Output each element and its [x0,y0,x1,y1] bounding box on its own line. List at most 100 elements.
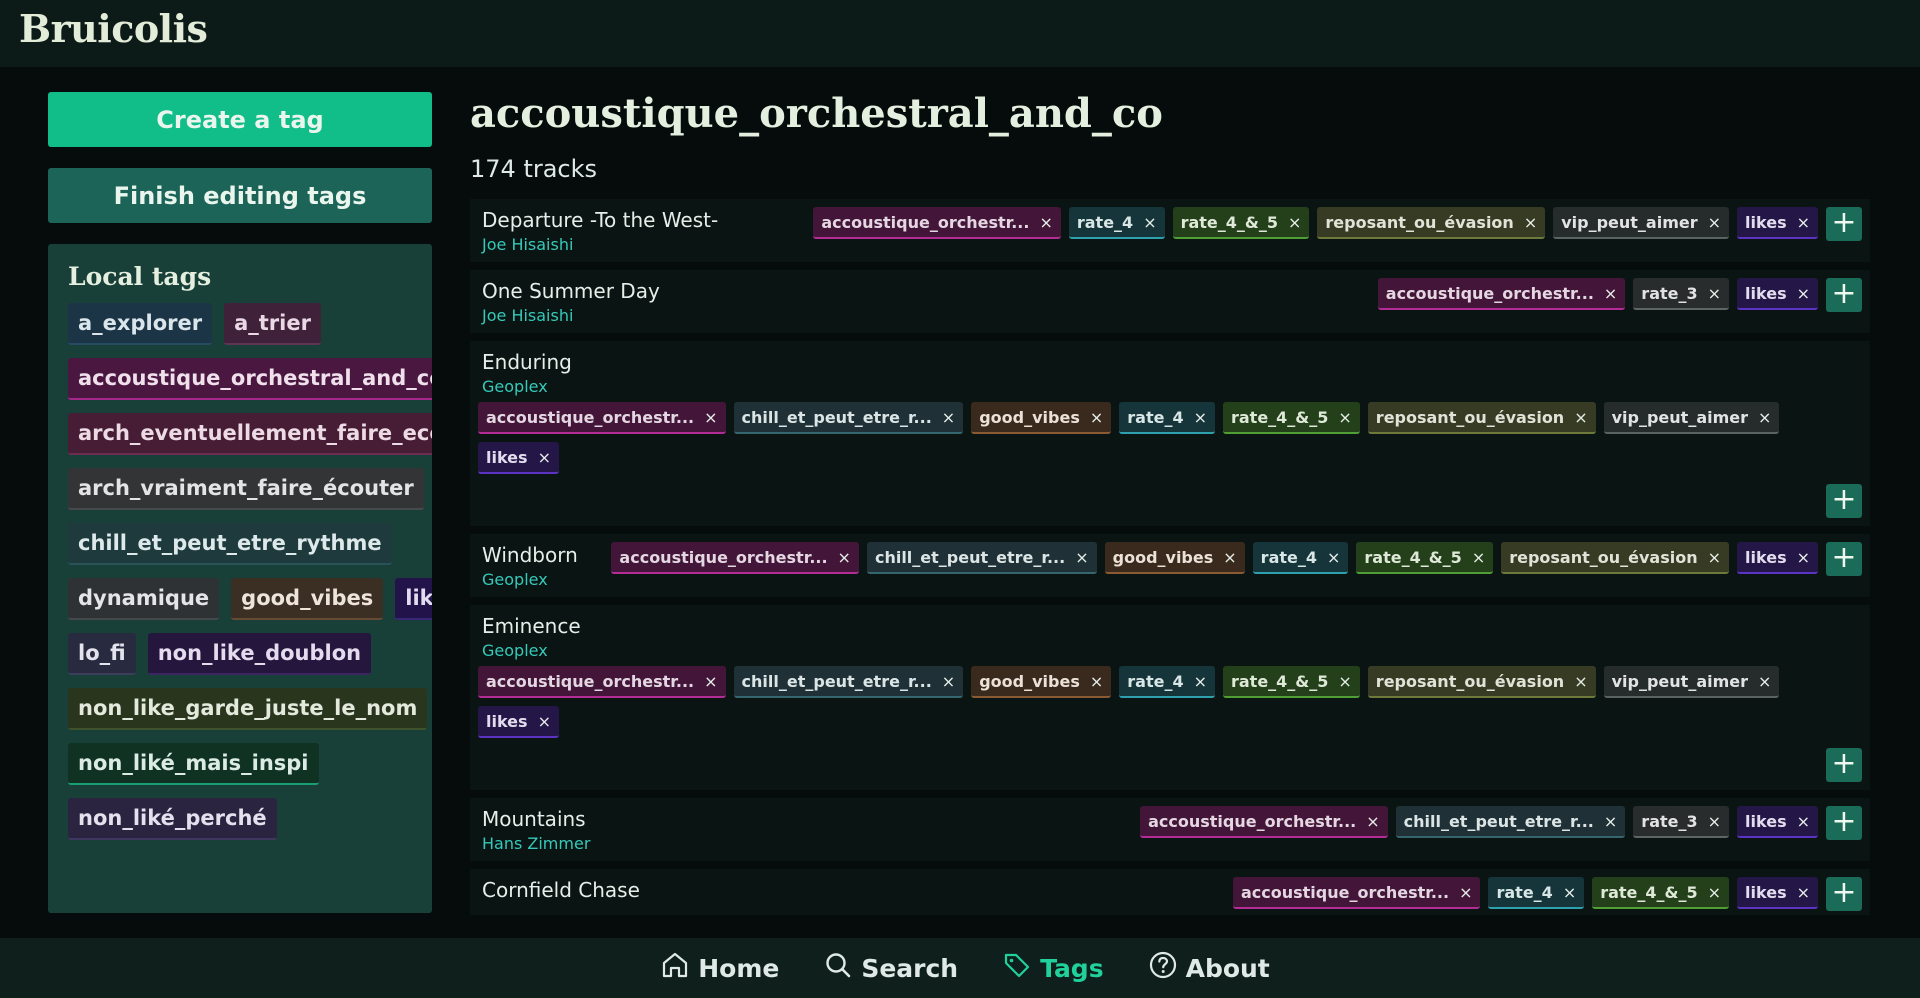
track-tag[interactable]: vip_peut_aimer × [1603,666,1780,698]
track-artist[interactable]: Joe Hisaishi [482,235,718,254]
remove-tag-icon[interactable]: × [1708,883,1721,902]
add-tag-button[interactable]: + [1826,542,1862,576]
track-tag[interactable]: likes × [478,706,559,738]
track-tag[interactable]: likes × [1737,877,1818,909]
add-tag-button[interactable]: + [1826,278,1862,312]
track-tag[interactable]: rate_4 × [1488,877,1585,909]
finish-editing-tags-button[interactable]: Finish editing tags [48,168,432,223]
local-tag[interactable]: non_like_doublon [147,633,372,675]
remove-tag-icon[interactable]: × [1708,284,1721,303]
add-tag-button[interactable]: + [1826,207,1862,241]
track-tag[interactable]: rate_4_&_5 × [1356,542,1494,574]
track-tag[interactable]: rate_4_&_5 × [1172,207,1310,239]
track-tag[interactable]: good_vibes × [1104,542,1245,574]
remove-tag-icon[interactable]: × [1143,213,1156,232]
local-tag[interactable]: good_vibes [231,578,384,620]
remove-tag-icon[interactable]: × [1708,548,1721,567]
track-tag[interactable]: chill_et_peut_etre_r... × [733,666,964,698]
nav-tags[interactable]: Tags [1002,950,1104,986]
track-tag[interactable]: likes × [1737,207,1818,239]
remove-tag-icon[interactable]: × [1604,812,1617,831]
track-tag[interactable]: accoustique_orchestr... × [1232,877,1481,909]
remove-tag-icon[interactable]: × [1039,213,1052,232]
remove-tag-icon[interactable]: × [704,672,717,691]
track-tag[interactable]: rate_4 × [1119,666,1215,698]
track-tag[interactable]: rate_4_&_5 × [1592,877,1730,909]
remove-tag-icon[interactable]: × [1223,548,1236,567]
remove-tag-icon[interactable]: × [1524,213,1537,232]
track-tag[interactable]: accoustique_orchestr... × [813,207,1061,239]
nav-search[interactable]: Search [823,950,958,986]
local-tag[interactable]: likes [395,578,432,620]
create-tag-button[interactable]: Create a tag [48,92,432,147]
track-tag[interactable]: likes × [1737,806,1818,838]
add-tag-button[interactable]: + [1826,484,1862,518]
remove-tag-icon[interactable]: × [1288,213,1301,232]
remove-tag-icon[interactable]: × [838,548,851,567]
track-tag[interactable]: rate_4_&_5 × [1222,666,1360,698]
local-tag[interactable]: chill_et_peut_etre_rythme [68,523,392,565]
remove-tag-icon[interactable]: × [538,712,551,731]
track-tag[interactable]: accoustique_orchestr... × [478,666,726,698]
track-title[interactable]: Mountains [482,806,602,832]
track-tag[interactable]: accoustique_orchestr... × [1140,806,1388,838]
remove-tag-icon[interactable]: × [1338,672,1351,691]
track-tag[interactable]: vip_peut_aimer × [1553,207,1730,239]
remove-tag-icon[interactable]: × [1797,883,1810,902]
remove-tag-icon[interactable]: × [704,408,717,427]
local-tag[interactable]: a_explorer [68,303,213,345]
remove-tag-icon[interactable]: × [1194,672,1207,691]
remove-tag-icon[interactable]: × [1090,672,1103,691]
track-tag[interactable]: good_vibes × [971,402,1112,434]
remove-tag-icon[interactable]: × [1327,548,1340,567]
track-tag[interactable]: accoustique_orchestr... × [1377,278,1626,310]
remove-tag-icon[interactable]: × [1797,284,1810,303]
remove-tag-icon[interactable]: × [1797,812,1810,831]
track-artist[interactable]: Hans Zimmer [482,834,602,853]
remove-tag-icon[interactable]: × [1338,408,1351,427]
local-tag[interactable]: a_trier [224,303,321,345]
remove-tag-icon[interactable]: × [1758,408,1771,427]
track-tag[interactable]: rate_4 × [1068,207,1165,239]
track-tag[interactable]: rate_4_&_5 × [1222,402,1360,434]
local-tag[interactable]: lo_fi [68,633,136,675]
remove-tag-icon[interactable]: × [1708,213,1721,232]
nav-home[interactable]: Home [660,950,779,986]
track-artist[interactable]: Geoplex [482,570,602,589]
track-title[interactable]: Cornfield Chase [482,877,640,903]
app-title[interactable]: Bruicolis [19,6,208,51]
remove-tag-icon[interactable]: × [1472,548,1485,567]
remove-tag-icon[interactable]: × [1366,812,1379,831]
track-list[interactable]: Departure -To the West- Joe Hisaishi accou… [470,199,1870,915]
add-tag-button[interactable]: + [1826,877,1862,911]
track-artist[interactable]: Geoplex [482,377,602,396]
track-tag[interactable]: reposant_ou_évasion × [1317,207,1546,239]
track-tag[interactable]: reposant_ou_évasion × [1501,542,1730,574]
track-tag[interactable]: accoustique_orchestr... × [478,402,726,434]
remove-tag-icon[interactable]: × [1604,284,1617,303]
track-tag[interactable]: chill_et_peut_etre_r... × [866,542,1097,574]
track-tag[interactable]: rate_4 × [1252,542,1349,574]
local-tag[interactable]: arch_eventuellement_faire_ecouter [68,413,432,455]
track-tag[interactable]: reposant_ou_évasion × [1367,666,1596,698]
remove-tag-icon[interactable]: × [538,448,551,467]
remove-tag-icon[interactable]: × [1708,812,1721,831]
track-tag[interactable]: rate_4 × [1119,402,1215,434]
track-tag[interactable]: rate_3 × [1633,806,1730,838]
add-tag-button[interactable]: + [1826,748,1862,782]
track-tag[interactable]: vip_peut_aimer × [1603,402,1780,434]
remove-tag-icon[interactable]: × [1797,548,1810,567]
track-tag[interactable]: chill_et_peut_etre_r... × [1395,806,1626,838]
remove-tag-icon[interactable]: × [1075,548,1088,567]
track-tag[interactable]: reposant_ou_évasion × [1367,402,1596,434]
track-tag[interactable]: accoustique_orchestr... × [611,542,859,574]
remove-tag-icon[interactable]: × [1797,213,1810,232]
local-tag[interactable]: non_like_garde_juste_le_nom [68,688,428,730]
remove-tag-icon[interactable]: × [1090,408,1103,427]
local-tag[interactable]: accoustique_orchestral_and_co [68,358,432,400]
track-artist[interactable]: Joe Hisaishi [482,306,660,325]
local-tag[interactable]: non_liké_perché [68,798,277,840]
track-tag[interactable]: rate_3 × [1633,278,1730,310]
remove-tag-icon[interactable]: × [1194,408,1207,427]
remove-tag-icon[interactable]: × [1574,672,1587,691]
